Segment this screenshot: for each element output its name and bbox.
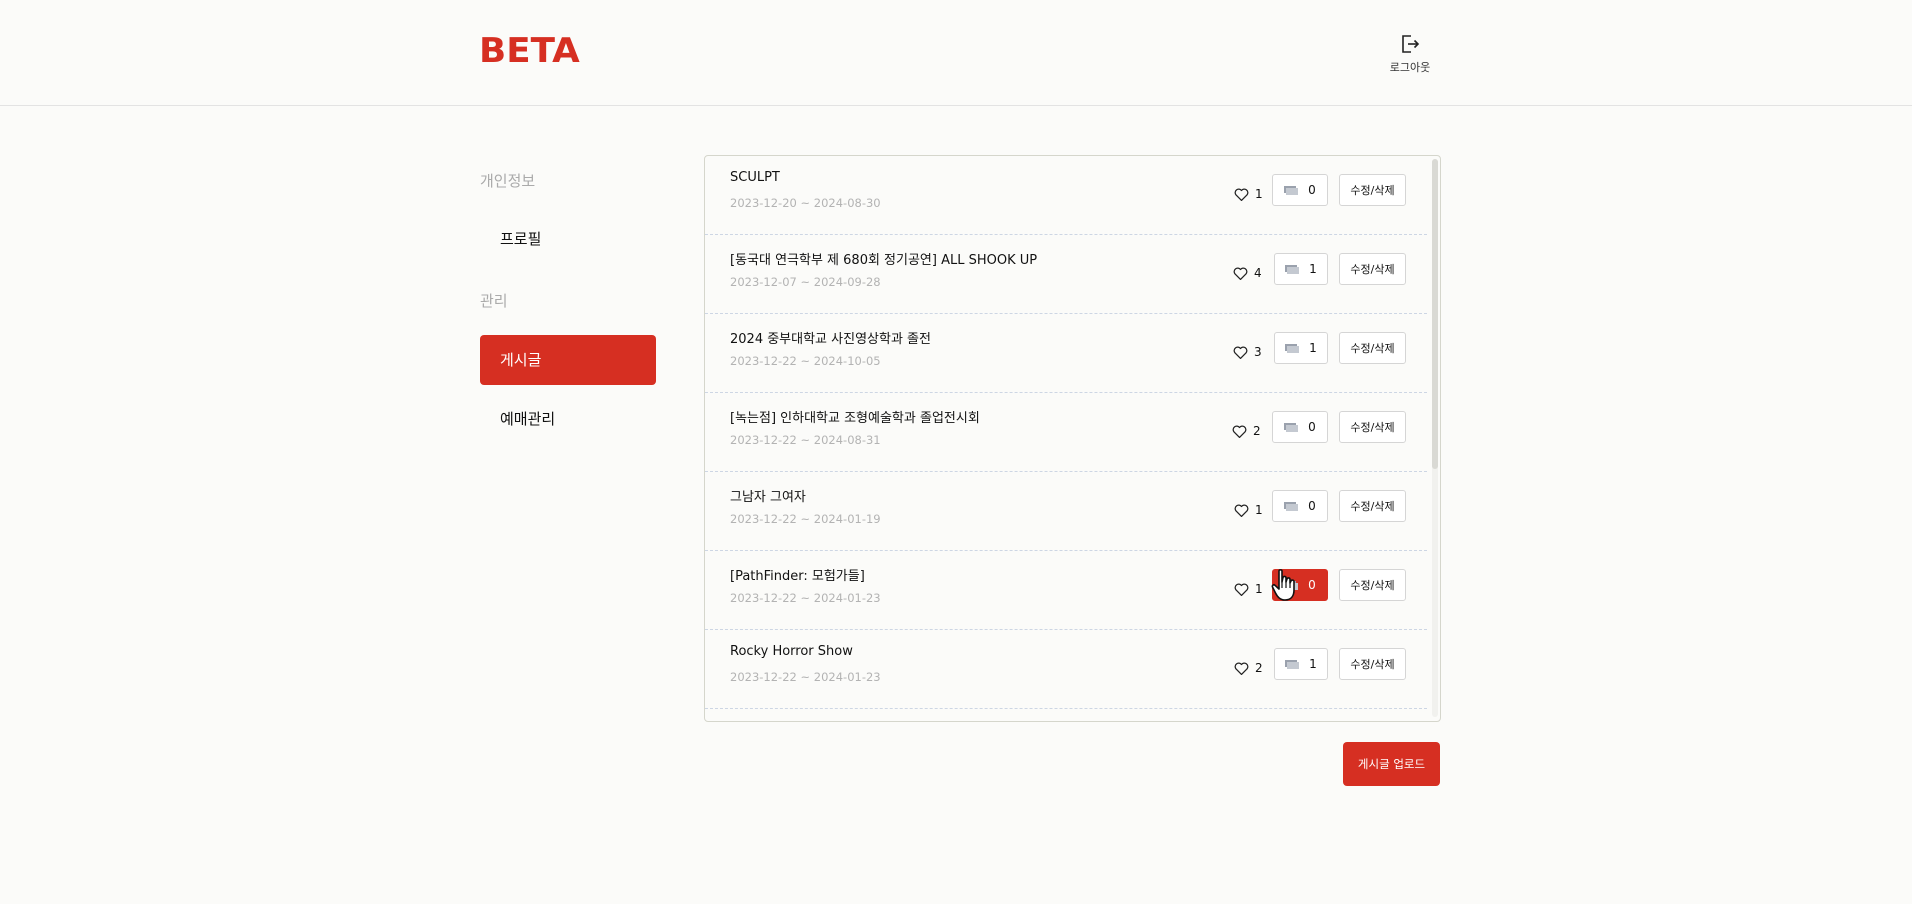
comment-count: 0	[1308, 420, 1316, 434]
post-date: 2023-12-22 ~ 2024-01-19	[730, 512, 881, 526]
post-date: 2023-12-22 ~ 2024-01-23	[730, 670, 881, 684]
like-button[interactable]: 1	[1234, 497, 1263, 523]
post-title[interactable]: [동국대 연극학부 제 680회 정기공연] ALL SHOOK UP	[730, 249, 1037, 268]
edit-delete-button[interactable]: 수정/삭제	[1339, 648, 1406, 680]
post-row: Rocky Horror Show 2023-12-22 ~ 2024-01-2…	[705, 630, 1427, 709]
logout-icon	[1402, 35, 1420, 53]
comment-icon	[1285, 264, 1300, 274]
heart-icon	[1234, 188, 1249, 201]
section-heading-manage: 관리	[480, 292, 508, 310]
post-date: 2023-12-07 ~ 2024-09-28	[730, 275, 881, 289]
logout-button[interactable]: 로그아웃	[1382, 33, 1438, 75]
post-list[interactable]: SCULPT 2023-12-20 ~ 2024-08-30 1 0 수정/삭제…	[704, 155, 1441, 722]
like-button[interactable]: 3	[1233, 339, 1262, 365]
like-count: 2	[1253, 424, 1261, 438]
like-count: 1	[1255, 187, 1263, 201]
post-title[interactable]: [PathFinder: 모험가들]	[730, 565, 865, 584]
edit-delete-button[interactable]: 수정/삭제	[1339, 253, 1406, 285]
like-count: 1	[1255, 503, 1263, 517]
post-title[interactable]: 2024 중부대학교 사진영상학과 졸전	[730, 328, 931, 347]
post-row: SCULPT 2023-12-20 ~ 2024-08-30 1 0 수정/삭제	[705, 156, 1427, 235]
heart-icon	[1232, 425, 1247, 438]
comment-icon	[1284, 185, 1299, 195]
like-button[interactable]: 1	[1234, 576, 1263, 602]
post-row: [PathFinder: 모험가들] 2023-12-22 ~ 2024-01-…	[705, 551, 1427, 630]
post-row: [녹는점] 인하대학교 조형예술학과 졸업전시회 2023-12-22 ~ 20…	[705, 393, 1427, 472]
header: BETA 로그아웃	[0, 0, 1912, 106]
edit-delete-button[interactable]: 수정/삭제	[1339, 569, 1406, 601]
scrollbar-thumb[interactable]	[1432, 159, 1438, 469]
heart-icon	[1234, 662, 1249, 675]
heart-icon	[1234, 504, 1249, 517]
comment-count: 0	[1308, 499, 1316, 513]
post-title[interactable]: SCULPT	[730, 170, 780, 185]
like-count: 3	[1254, 345, 1262, 359]
upload-post-button[interactable]: 게시글 업로드	[1343, 742, 1440, 786]
comment-button[interactable]: 0	[1272, 490, 1328, 522]
comment-button[interactable]: 1	[1274, 332, 1328, 364]
post-row: 2024 중부대학교 사진영상학과 졸전 2023-12-22 ~ 2024-1…	[705, 314, 1427, 393]
like-button[interactable]: 1	[1234, 181, 1263, 207]
post-title[interactable]: 그남자 그여자	[730, 486, 806, 505]
edit-delete-button[interactable]: 수정/삭제	[1339, 411, 1406, 443]
comment-icon	[1285, 659, 1300, 669]
heart-icon	[1233, 267, 1248, 280]
sidebar-item-posts[interactable]: 게시글	[480, 335, 656, 385]
like-button[interactable]: 4	[1233, 260, 1262, 286]
sidebar-item-reservations[interactable]: 예매관리	[480, 394, 656, 444]
heart-icon	[1234, 583, 1249, 596]
edit-delete-button[interactable]: 수정/삭제	[1339, 174, 1406, 206]
comment-icon	[1284, 501, 1299, 511]
comment-button[interactable]: 0	[1272, 411, 1328, 443]
like-button[interactable]: 2	[1232, 418, 1261, 444]
comment-button[interactable]: 0	[1272, 174, 1328, 206]
section-heading-personal: 개인정보	[480, 172, 536, 190]
like-count: 1	[1255, 582, 1263, 596]
heart-icon	[1233, 346, 1248, 359]
comment-icon	[1284, 422, 1299, 432]
scrollbar[interactable]	[1432, 159, 1438, 717]
comment-count: 0	[1308, 183, 1316, 197]
comment-icon	[1284, 580, 1299, 590]
logout-label: 로그아웃	[1389, 61, 1431, 74]
beta-logo[interactable]: BETA	[479, 31, 580, 71]
comment-button[interactable]: 1	[1274, 253, 1328, 285]
like-button[interactable]: 2	[1234, 655, 1263, 681]
post-date: 2023-12-20 ~ 2024-08-30	[730, 196, 881, 210]
post-title[interactable]: [녹는점] 인하대학교 조형예술학과 졸업전시회	[730, 407, 980, 426]
post-date: 2023-12-22 ~ 2024-01-23	[730, 591, 881, 605]
edit-delete-button[interactable]: 수정/삭제	[1339, 332, 1406, 364]
like-count: 2	[1255, 661, 1263, 675]
comment-button[interactable]: 1	[1274, 648, 1328, 680]
sidebar-item-profile[interactable]: 프로필	[480, 214, 656, 264]
post-date: 2023-12-22 ~ 2024-10-05	[730, 354, 881, 368]
comment-button[interactable]: 0	[1272, 569, 1328, 601]
comment-count: 1	[1309, 262, 1317, 276]
comment-count: 1	[1309, 657, 1317, 671]
post-date: 2023-12-22 ~ 2024-08-31	[730, 433, 881, 447]
like-count: 4	[1254, 266, 1262, 280]
post-row: [동국대 연극학부 제 680회 정기공연] ALL SHOOK UP 2023…	[705, 235, 1427, 314]
comment-count: 1	[1309, 341, 1317, 355]
post-title[interactable]: Rocky Horror Show	[730, 644, 853, 659]
edit-delete-button[interactable]: 수정/삭제	[1339, 490, 1406, 522]
comment-count: 0	[1308, 578, 1316, 592]
post-row: 그남자 그여자 2023-12-22 ~ 2024-01-19 1 0 수정/삭…	[705, 472, 1427, 551]
comment-icon	[1285, 343, 1300, 353]
